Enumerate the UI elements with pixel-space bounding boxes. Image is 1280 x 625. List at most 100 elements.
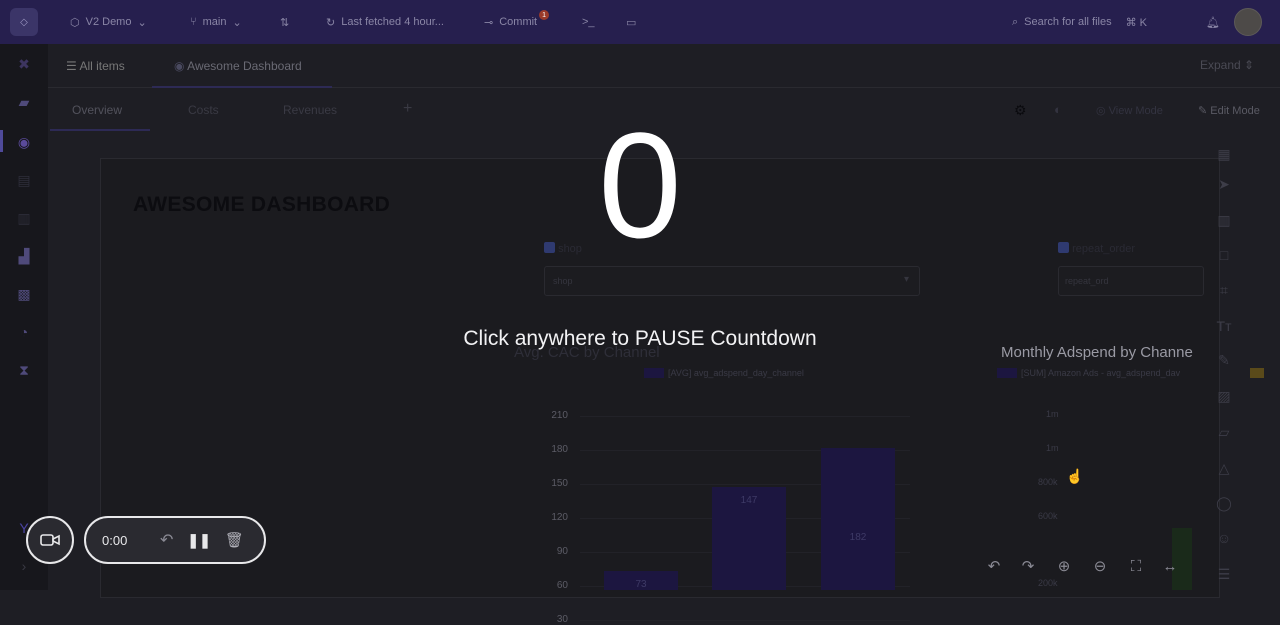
redo-icon[interactable]: ↷ [1018,556,1038,576]
top-bar: ◇ ⬡ V2 Demo ⌄ ⑂ main ⌄ ⇅ ↻ Last fetched … [0,0,1280,44]
collapse-icon[interactable]: › [14,556,34,576]
camera-button[interactable] [26,516,74,564]
emoji-icon[interactable]: ☺ [1214,528,1234,548]
palette-icon[interactable]: ◐ [1054,102,1062,117]
apps-icon[interactable]: ✖ [14,54,34,74]
zoom-out-icon[interactable]: ⊖ [1090,556,1110,576]
view-mode-button[interactable]: ◎ View Mode [1096,104,1163,117]
layers-icon[interactable]: ▤ [14,170,34,190]
cac-bar-label: 73 [635,579,647,591]
merge-button[interactable]: ⇅ [280,10,289,34]
cac-gridline [580,620,910,621]
undo-icon[interactable]: ↶ [984,556,1004,576]
filter-shop-select[interactable]: shop ▾ [544,266,920,296]
hourglass-icon[interactable]: ⧗ [14,360,34,380]
video-camera-icon [40,534,60,546]
tab-all-items[interactable]: ☰ All items [66,59,125,73]
adspend-tick: 1m [1046,409,1059,419]
files-icon[interactable]: ▥ [14,208,34,228]
edit-mode-button[interactable]: ✎ Edit Mode [1198,104,1260,117]
square-icon[interactable]: □ [1214,245,1234,265]
notifications-button[interactable]: 🔔︎ [1206,10,1220,34]
undo-recording-icon[interactable]: ↶ [160,530,173,550]
subtab-costs[interactable]: Costs [188,103,219,117]
avatar[interactable] [1234,8,1262,36]
zoom-in-icon[interactable]: ⊕ [1054,556,1074,576]
cac-y-tick: 210 [551,410,568,421]
subtab-underline [50,129,150,131]
add-tab-button[interactable]: + [403,100,412,118]
commit-label: Commit [499,16,538,28]
fit-width-icon[interactable]: ↔ [1160,556,1180,576]
pointer-icon[interactable]: ➤ [1214,174,1234,194]
project-name: V2 Demo [85,16,132,28]
monitor-icon: ▭ [626,16,637,29]
chevron-updown-icon: ⇕ [1244,58,1255,72]
search-bar[interactable]: ⌕ Search for all files ⌘ K [1012,10,1147,34]
cac-y-tick: 60 [556,580,568,591]
eye-icon: ◎ [1096,105,1109,117]
commit-button[interactable]: ⊸ Commit 1 [484,10,550,34]
cac-bar-label: 147 [740,495,758,507]
folder-icon[interactable]: ▰ [14,92,34,112]
list-icon: ☰ [66,59,80,73]
right-toolbar: ▦ ➤ ▥ □ ⌗ Tт ✎ ▨ ▱ △ ◯ ☺ ☰ [1204,140,1244,590]
sticky-note-icon[interactable]: ▱ [1214,422,1234,442]
commit-icon: ⊸ [484,16,494,29]
adspend-tick: 800k [1038,477,1058,487]
fit-screen-icon[interactable]: ⛶ [1126,556,1146,576]
filter-repeat-order-label-text: repeat_order [1072,243,1136,255]
dashboard-icon[interactable]: ◉ [14,132,34,152]
commit-badge: 1 [539,10,550,20]
recording-time: 0:00 [102,532,128,548]
left-rail: ✖ ▰ ◉ ▤ ▥ ▟ ▩ ◔ ⧗ Y › [0,44,48,590]
cac-bar-label: 182 [849,531,867,543]
comment-icon[interactable]: ◯ [1214,493,1234,513]
cac-bar[interactable]: 147 [712,487,786,590]
branch-icon: ⑂ [190,16,197,28]
warning-icon[interactable]: △ [1214,458,1234,478]
chevron-down-icon: ▾ [903,274,909,285]
project-selector[interactable]: ⬡ V2 Demo ⌄ [70,10,147,34]
chart-icon[interactable]: ▥ [1214,210,1234,230]
tab-all-items-label: All items [79,59,125,73]
chevron-down-icon: ⌄ [232,16,242,29]
dashboard-icon: ◉ [174,59,188,73]
cac-chart-legend: [AVG] avg_adspend_day_channel [644,368,804,378]
filter-icon[interactable]: ☰ [1214,564,1234,584]
frame-icon[interactable]: ⌗ [1214,280,1234,300]
pencil-icon[interactable]: ✎ [1214,350,1234,370]
sql-icon[interactable]: ▟ [14,246,34,266]
cac-y-tick: 180 [551,444,568,455]
cac-y-tick: 150 [551,478,568,489]
monitor-button[interactable]: ▭ [626,10,636,34]
search-shortcut: ⌘ K [1125,16,1148,29]
terminal-icon: >_ [582,16,595,28]
trash-icon[interactable]: 🗑︎ [225,531,244,549]
app-logo[interactable]: ◇ [10,8,38,36]
expand-button[interactable]: Expand ⇕ [1200,58,1254,72]
pause-message[interactable]: Click anywhere to PAUSE Countdown [0,327,1280,351]
gear-icon[interactable]: ⚙ [1014,102,1027,119]
filter-repeat-order-select[interactable]: repeat_ord [1058,266,1204,296]
tab-dashboard-label: Awesome Dashboard [187,59,302,73]
cac-bar[interactable]: 182 [821,447,895,590]
grid-icon[interactable]: ▦ [1214,144,1234,164]
terminal-button[interactable]: >_ [582,10,595,34]
subtab-overview[interactable]: Overview [72,103,122,117]
tab-awesome-dashboard[interactable]: ◉ Awesome Dashboard [174,59,302,73]
mouse-cursor-icon: ☝ [1066,468,1084,484]
branch-selector[interactable]: ⑂ main ⌄ [190,10,242,34]
cac-bar[interactable]: 73 [604,571,678,590]
fetch-status[interactable]: ↻ Last fetched 4 hour... [326,10,444,34]
subtab-revenues[interactable]: Revenues [283,103,337,117]
search-icon: ⌕ [1012,15,1019,28]
countdown-number[interactable]: 0 [560,110,720,260]
image-icon[interactable]: ▨ [1214,386,1234,406]
chevron-down-icon: ⌄ [137,16,147,29]
notebook-icon[interactable]: ▩ [14,284,34,304]
adspend-tick: 200k [1038,578,1058,588]
search-placeholder: Search for all files [1024,16,1112,28]
pause-icon[interactable]: ❚❚ [187,532,210,549]
merge-icon: ⇅ [280,16,290,29]
